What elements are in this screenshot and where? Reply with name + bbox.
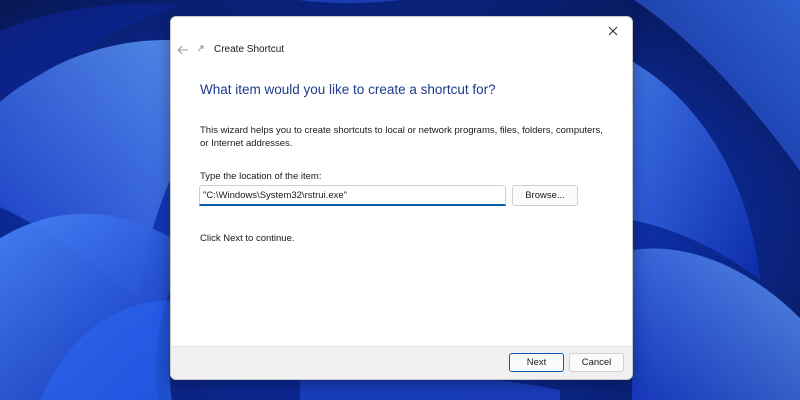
location-input[interactable] [199, 185, 506, 206]
close-icon [608, 26, 618, 36]
wizard-description: This wizard helps you to create shortcut… [200, 125, 603, 149]
window-title: Create Shortcut [214, 44, 285, 55]
wizard-footer: Next Cancel [171, 346, 632, 379]
next-button[interactable]: Next [509, 353, 564, 372]
location-label: Type the location of the item: [200, 171, 322, 182]
create-shortcut-dialog: Create Shortcut What item would you like… [170, 16, 633, 380]
close-button[interactable] [602, 21, 624, 41]
wizard-heading: What item would you like to create a sho… [200, 82, 496, 97]
cancel-button[interactable]: Cancel [569, 353, 624, 372]
wizard-titlebar: Create Shortcut [171, 41, 632, 63]
shortcut-wizard-icon [197, 45, 204, 52]
desktop-wallpaper: Create Shortcut What item would you like… [0, 0, 800, 400]
back-button[interactable] [175, 41, 191, 59]
browse-button[interactable]: Browse... [512, 185, 578, 206]
back-arrow-icon [177, 45, 188, 55]
continue-hint: Click Next to continue. [200, 233, 295, 244]
